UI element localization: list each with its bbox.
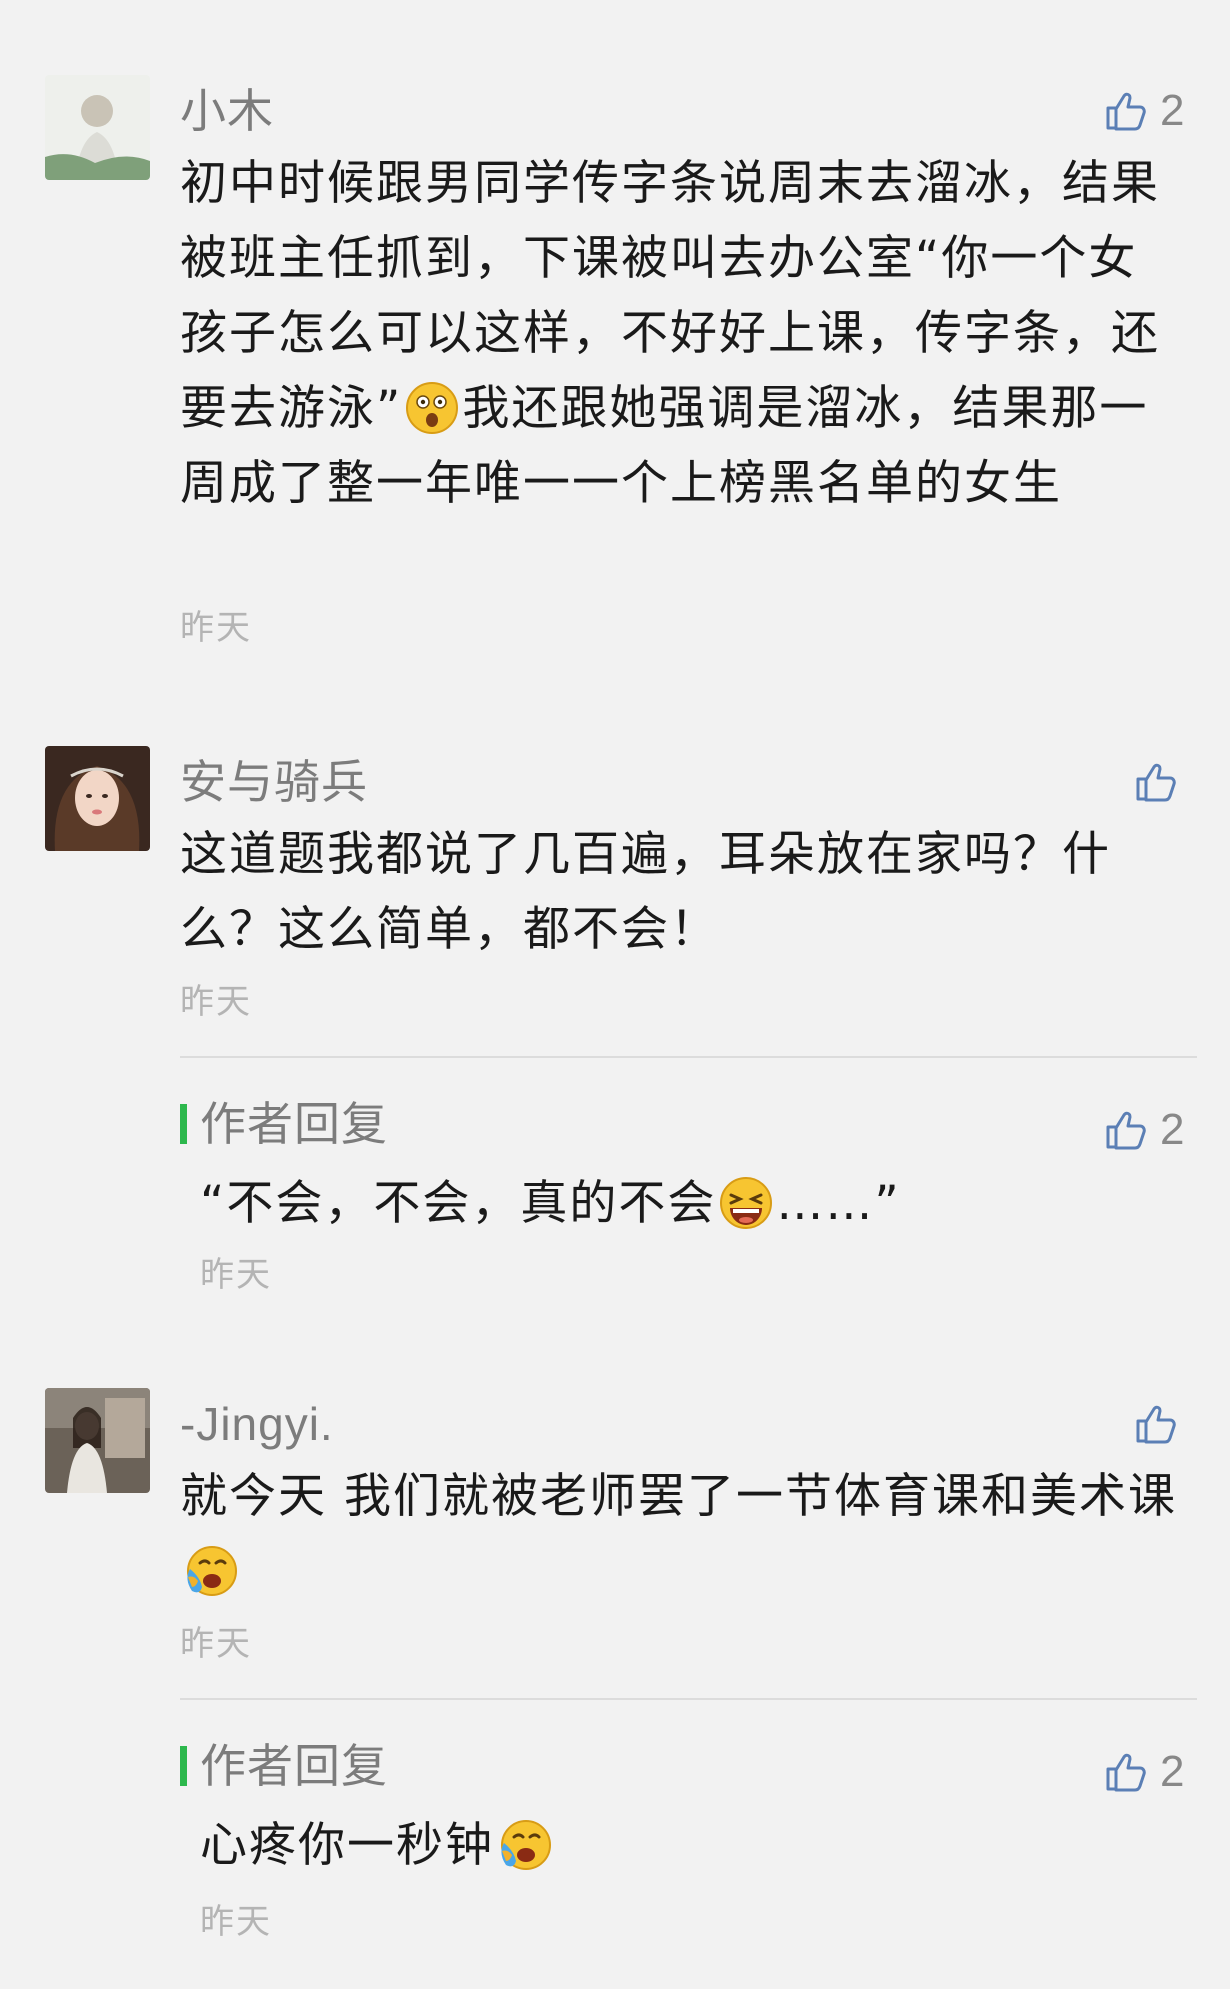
author-reply-title: 作者回复 (180, 1736, 388, 1796)
comment-text: 就今天 我们就被老师罢了一节体育课和美术课 (180, 1459, 1180, 1609)
comment-time: 昨天 (200, 1902, 272, 1942)
reply-text: “不会，不会，真的不会……” (200, 1175, 901, 1231)
avatar[interactable] (45, 746, 150, 851)
like-button[interactable] (1134, 1396, 1190, 1452)
thumbs-up-icon (1104, 1750, 1148, 1794)
like-button[interactable]: 2 (1104, 1744, 1184, 1800)
like-button[interactable]: 2 (1104, 83, 1184, 139)
thumbs-up-icon (1134, 760, 1178, 804)
like-button[interactable]: 2 (1104, 1102, 1184, 1158)
divider (180, 1698, 1197, 1700)
laughing-crying-face-emoji (718, 1175, 774, 1231)
shocked-face-emoji (404, 380, 460, 436)
like-count: 2 (1160, 86, 1185, 135)
thumbs-up-icon (1104, 89, 1148, 133)
comment-time: 昨天 (180, 1624, 252, 1664)
like-count: 2 (1160, 1105, 1185, 1154)
avatar[interactable] (45, 75, 150, 180)
comments-page: 小木 2 初中时候跟男同学传字条说周末去溜冰，结果被班主任抓到，下课被叫去办公室… (0, 0, 1230, 1989)
thumbs-up-icon (1134, 1402, 1178, 1446)
comment-text: 这道题我都说了几百遍，耳朵放在家吗？什么？这么简单，都不会！ (180, 827, 1111, 957)
divider (180, 1056, 1197, 1058)
avatar[interactable] (45, 1388, 150, 1493)
comment-time: 昨天 (200, 1255, 272, 1295)
comment-time: 昨天 (180, 982, 252, 1022)
author-reply-title: 作者回复 (180, 1094, 388, 1154)
commenter-name[interactable]: -Jingyi. (180, 1394, 334, 1454)
loudly-crying-face-emoji (182, 1543, 238, 1599)
reply-text: 心疼你一秒钟 (200, 1808, 1180, 1883)
comment-text: 初中时候跟男同学传字条说周末去溜冰，结果被班主任抓到，下课被叫去办公室“你一个女… (180, 156, 1160, 511)
commenter-name[interactable]: 小木 (180, 81, 274, 141)
commenter-name[interactable]: 安与骑兵 (180, 752, 368, 812)
like-count: 2 (1160, 1747, 1185, 1796)
loudly-crying-face-emoji (496, 1817, 552, 1873)
reply-accent-bar (180, 1746, 187, 1786)
like-button[interactable] (1134, 754, 1190, 810)
reply-accent-bar (180, 1104, 187, 1144)
comment-time: 昨天 (180, 608, 252, 648)
thumbs-up-icon (1104, 1108, 1148, 1152)
